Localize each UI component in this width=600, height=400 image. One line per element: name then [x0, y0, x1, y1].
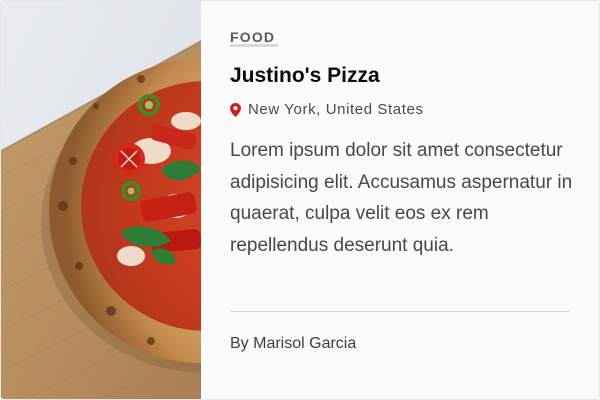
card-title[interactable]: Justino's Pizza — [230, 64, 380, 88]
category-label[interactable]: FOOD — [230, 29, 275, 45]
map-pin-icon — [230, 103, 241, 117]
category-underline — [230, 44, 278, 47]
article-card[interactable]: FOOD Justino's Pizza New York, United St… — [0, 0, 600, 400]
pizza-photo — [1, 1, 201, 399]
location-text: New York, United States — [248, 101, 424, 118]
divider — [230, 311, 570, 312]
card-description: Lorem ipsum dolor sit amet consectetur a… — [230, 140, 573, 256]
author-byline: By Marisol Garcia — [230, 335, 357, 352]
card-content: FOOD Justino's Pizza New York, United St… — [201, 1, 599, 399]
location: New York, United States — [230, 101, 424, 119]
